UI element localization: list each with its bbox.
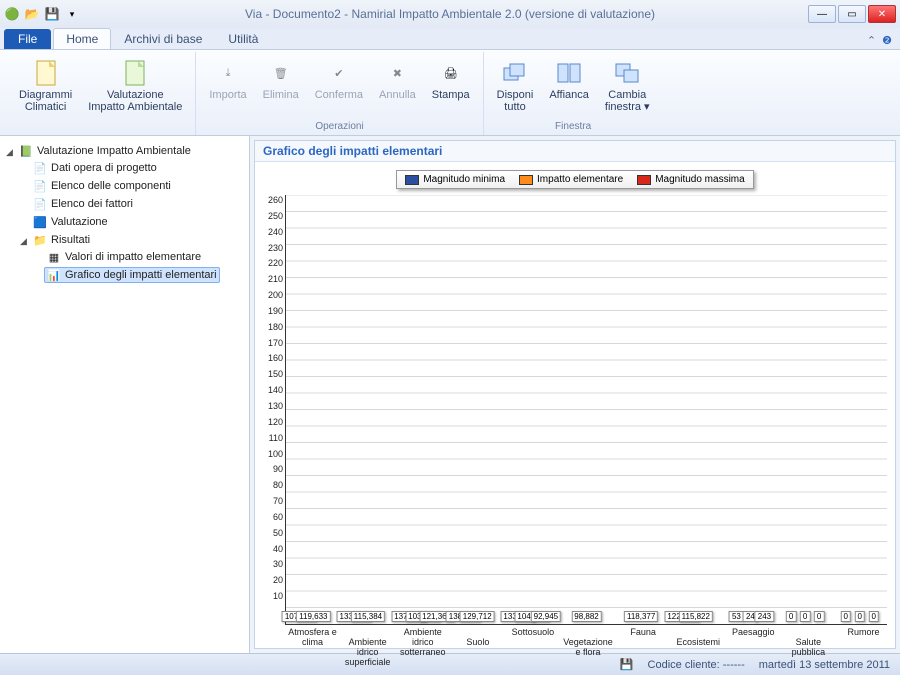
- folder-icon: 📁: [33, 233, 47, 247]
- group3-label: Finestra: [490, 119, 657, 135]
- legend-imp: Impatto elementare: [537, 174, 623, 185]
- cambia-button[interactable]: Cambia finestra ▾: [598, 54, 657, 116]
- page-icon: 📄: [33, 197, 47, 211]
- plot-area: 107,689119,633133,978115,384137,521103,6…: [285, 195, 887, 625]
- document-yellow-icon: [32, 59, 60, 87]
- maximize-button[interactable]: ▭: [838, 5, 866, 23]
- tab-archivi[interactable]: Archivi di base: [111, 28, 215, 49]
- minimize-button[interactable]: —: [808, 5, 836, 23]
- legend-max: Magnitudo massima: [655, 174, 744, 185]
- qat-dropdown-icon[interactable]: ▾: [64, 6, 80, 22]
- affianca-button[interactable]: Affianca: [542, 54, 596, 104]
- ribbon-tabbar: File Home Archivi di base Utilità ⌃ ❷: [0, 28, 900, 50]
- tab-utilita[interactable]: Utilità: [215, 28, 271, 49]
- tree-n3[interactable]: 📄Elenco dei fattori: [30, 196, 136, 212]
- titlebar: 🟢 📂 💾 ▾ Via - Documento2 - Namirial Impa…: [0, 0, 900, 28]
- tree-expand-icon[interactable]: ◢: [20, 236, 30, 247]
- tree-n4[interactable]: 🟦Valutazione: [30, 214, 111, 230]
- disponi-button[interactable]: Disponi tutto: [490, 54, 541, 116]
- annulla-button: ✖Annulla: [372, 54, 423, 104]
- stampa-button[interactable]: 🖨Stampa: [425, 54, 477, 104]
- tree-n5[interactable]: 📁Risultati: [30, 232, 93, 248]
- chart-area: 2602502402302202102001901801701601501401…: [259, 195, 891, 625]
- page-icon: 📄: [33, 179, 47, 193]
- page-icon: 📄: [33, 161, 47, 175]
- document-green-icon: [121, 59, 149, 87]
- table-icon: ▦: [47, 250, 61, 264]
- tree-n1[interactable]: 📄Dati opera di progetto: [30, 160, 160, 176]
- bars: 107,689119,633133,978115,384137,521103,6…: [286, 195, 887, 624]
- ribbon-group-diag: Diagrammi Climatici Valutazione Impatto …: [6, 52, 196, 135]
- ribbon: Diagrammi Climatici Valutazione Impatto …: [0, 50, 900, 136]
- tree-view[interactable]: ◢📗Valutazione Impatto Ambientale 📄Dati o…: [0, 136, 250, 653]
- tree-expand-icon[interactable]: ◢: [6, 147, 16, 158]
- tree-n2[interactable]: 📄Elenco delle componenti: [30, 178, 174, 194]
- conferma-button: ✔Conferma: [308, 54, 370, 104]
- group2-label: Operazioni: [202, 119, 476, 135]
- import-icon: ⤓: [214, 59, 242, 87]
- panel: Grafico degli impatti elementari Magnitu…: [254, 140, 896, 649]
- grid-icon: 🟦: [33, 215, 47, 229]
- diagrammi-button[interactable]: Diagrammi Climatici: [12, 54, 79, 116]
- ribbon-collapse-icon[interactable]: ⌃: [867, 34, 876, 47]
- x-axis-labels: Atmosfera e climaAmbiente idrico superfi…: [259, 627, 891, 657]
- panel-title: Grafico degli impatti elementari: [255, 141, 895, 162]
- elimina-button: 🗑Elimina: [256, 54, 306, 104]
- chart-icon: 📊: [47, 268, 61, 282]
- printer-icon: 🖨: [437, 59, 465, 87]
- cancel-icon: ✖: [383, 59, 411, 87]
- y-axis: 2602502402302202102001901801701601501401…: [259, 195, 285, 625]
- tab-home[interactable]: Home: [53, 28, 111, 49]
- help-icon[interactable]: ❷: [882, 34, 892, 47]
- tab-file[interactable]: File: [4, 29, 51, 49]
- valutazione-button[interactable]: Valutazione Impatto Ambientale: [81, 54, 189, 116]
- windows-tile-icon: [555, 59, 583, 87]
- window-buttons: — ▭ ✕: [806, 5, 896, 23]
- tree-root[interactable]: 📗Valutazione Impatto Ambientale: [16, 143, 194, 159]
- valutazione-label: Valutazione Impatto Ambientale: [88, 89, 182, 113]
- quick-access-toolbar: 🟢 📂 💾 ▾: [4, 6, 80, 22]
- save-status-icon[interactable]: 💾: [620, 658, 634, 672]
- body: ◢📗Valutazione Impatto Ambientale 📄Dati o…: [0, 136, 900, 653]
- importa-button: ⤓Importa: [202, 54, 253, 104]
- windows-switch-icon: [613, 59, 641, 87]
- legend-min: Magnitudo minima: [423, 174, 505, 185]
- windows-cascade-icon: [501, 59, 529, 87]
- book-icon: 📗: [19, 144, 33, 158]
- save-icon[interactable]: 💾: [44, 6, 60, 22]
- window-title: Via - Documento2 - Namirial Impatto Ambi…: [245, 7, 655, 21]
- tree-n5b[interactable]: 📊Grafico degli impatti elementari: [44, 267, 220, 283]
- ribbon-group-finestra: Disponi tutto Affianca Cambia finestra ▾…: [484, 52, 663, 135]
- tabbar-right: ⌃ ❷: [867, 34, 900, 49]
- check-icon: ✔: [325, 59, 353, 87]
- open-icon[interactable]: 📂: [24, 6, 40, 22]
- legend: Magnitudo minima Impatto elementare Magn…: [396, 170, 753, 189]
- trash-icon: 🗑: [267, 59, 295, 87]
- chart: Magnitudo minima Impatto elementare Magn…: [255, 162, 895, 648]
- app-icon: 🟢: [4, 6, 20, 22]
- diagrammi-label: Diagrammi Climatici: [19, 89, 72, 113]
- close-button[interactable]: ✕: [868, 5, 896, 23]
- ribbon-group-operazioni: ⤓Importa 🗑Elimina ✔Conferma ✖Annulla 🖨St…: [196, 52, 483, 135]
- group1-label: [12, 130, 189, 135]
- content-area: Grafico degli impatti elementari Magnitu…: [250, 136, 900, 653]
- tree-n5a[interactable]: ▦Valori di impatto elementare: [44, 249, 204, 265]
